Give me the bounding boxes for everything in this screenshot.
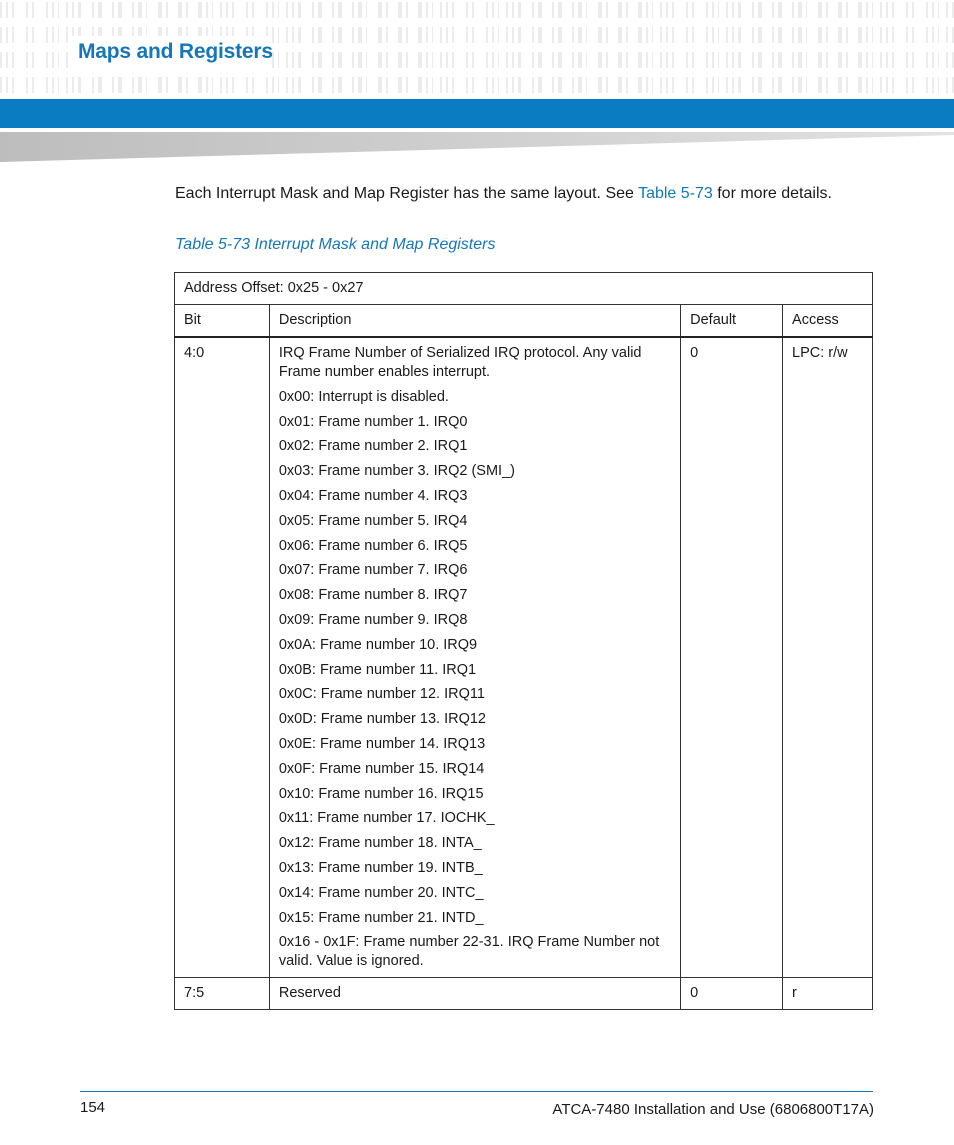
description-line: 0x04: Frame number 4. IRQ3 (278, 487, 468, 504)
description-cell: Reserved (268, 977, 682, 1011)
description-line: 0x13: Frame number 19. INTB_ (278, 859, 483, 876)
description-line: 0x10: Frame number 16. IRQ15 (278, 785, 484, 802)
description-line: Reserved (278, 985, 341, 1002)
access-cell: LPC: r/w (782, 336, 873, 979)
footer-rule (80, 1091, 873, 1092)
register-table: Address Offset: 0x25 - 0x27 Bit Descript… (174, 272, 873, 1011)
description-line: 0x08: Frame number 8. IRQ7 (278, 587, 468, 604)
description-line: 0x15: Frame number 21. INTD_ (278, 909, 484, 926)
description-line: 0x02: Frame number 2. IRQ1 (278, 438, 468, 455)
header-bit: Bit (174, 304, 270, 338)
section-title: Maps and Registers (78, 40, 273, 63)
header-gray-wedge (0, 132, 954, 162)
description-line: 0x05: Frame number 5. IRQ4 (278, 512, 468, 529)
description-line: 0x01: Frame number 1. IRQ0 (278, 413, 468, 430)
bit-cell: 7:5 (174, 977, 270, 1011)
intro-text-after: for more details. (712, 185, 832, 202)
table-reference-link[interactable]: Table 5-73 (638, 185, 713, 202)
table-header-row: Bit Description Default Access (174, 304, 873, 338)
description-line: 0x0D: Frame number 13. IRQ12 (278, 711, 486, 728)
description-cell: IRQ Frame Number of Serialized IRQ proto… (268, 336, 682, 979)
access-cell: r (782, 977, 873, 1011)
description-line: 0x16 - 0x1F: Frame number 22-31. IRQ Fra… (278, 934, 660, 970)
description-line: 0x03: Frame number 3. IRQ2 (SMI_) (278, 463, 515, 480)
header-description: Description (268, 304, 682, 338)
table-row: 7:5 Reserved 0 r (174, 977, 873, 1011)
address-offset-cell: Address Offset: 0x25 - 0x27 (174, 272, 873, 305)
default-cell: 0 (680, 977, 784, 1011)
description-line: 0x06: Frame number 6. IRQ5 (278, 537, 468, 554)
bit-cell: 4:0 (174, 336, 270, 979)
description-line: 0x0A: Frame number 10. IRQ9 (278, 636, 478, 653)
description-line: 0x09: Frame number 9. IRQ8 (278, 611, 468, 628)
description-line: IRQ Frame Number of Serialized IRQ proto… (278, 345, 642, 380)
description-line: 0x0E: Frame number 14. IRQ13 (278, 735, 486, 752)
header-accent-bar (0, 99, 954, 128)
table-row-address-offset: Address Offset: 0x25 - 0x27 (174, 272, 873, 305)
description-line: 0x00: Interrupt is disabled. (278, 388, 449, 405)
description-line: 0x0B: Frame number 11. IRQ1 (278, 661, 477, 678)
intro-text-before: Each Interrupt Mask and Map Register has… (175, 185, 639, 202)
intro-paragraph: Each Interrupt Mask and Map Register has… (175, 185, 832, 203)
table-row: 4:0 IRQ Frame Number of Serialized IRQ pr… (174, 336, 873, 979)
description-line: 0x07: Frame number 7. IRQ6 (278, 562, 468, 579)
description-line: 0x12: Frame number 18. INTA_ (278, 835, 482, 852)
description-line: 0x11: Frame number 17. IOCHK_ (278, 810, 495, 827)
default-cell: 0 (680, 336, 784, 979)
description-line: 0x0C: Frame number 12. IRQ11 (278, 686, 485, 703)
description-line: 0x14: Frame number 20. INTC_ (278, 884, 484, 901)
table-caption: Table 5-73 Interrupt Mask and Map Regist… (175, 236, 496, 253)
description-line: 0x0F: Frame number 15. IRQ14 (278, 760, 485, 777)
document-title: ATCA-7480 Installation and Use (6806800T… (552, 1101, 874, 1118)
header-access: Access (782, 304, 873, 338)
page-number: 154 (80, 1099, 106, 1116)
header-default: Default (680, 304, 784, 338)
